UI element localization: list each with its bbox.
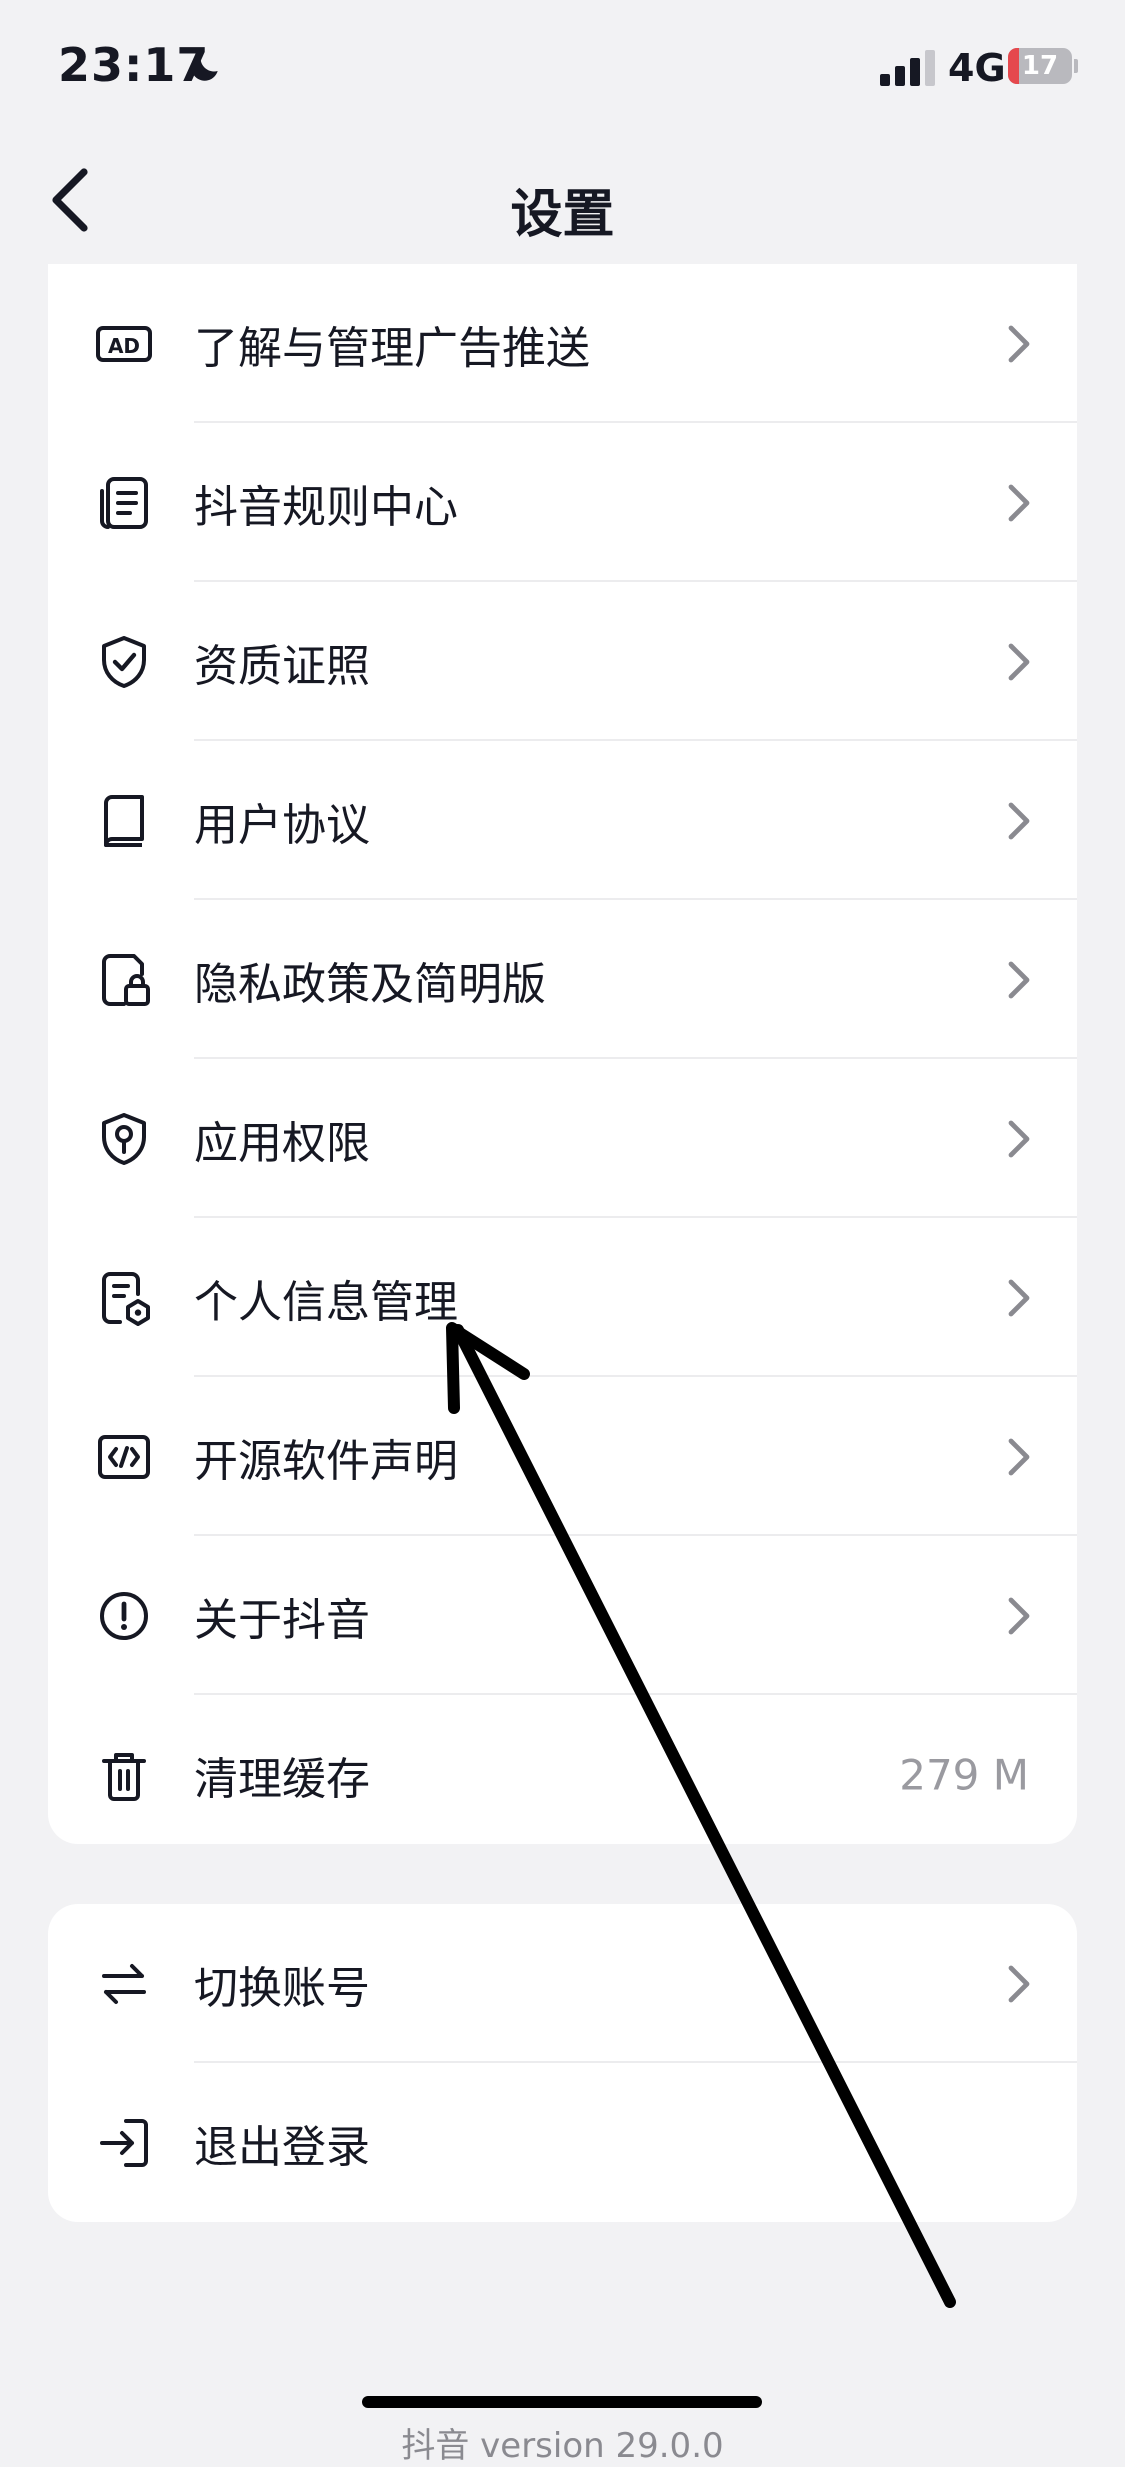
chevron-right-icon <box>1008 643 1030 680</box>
battery-cap <box>1074 59 1078 73</box>
settings-row-clear-cache[interactable]: 清理缓存 279 M <box>48 1695 1077 1844</box>
settings-row-label: 退出登录 <box>194 2121 370 2173</box>
chevron-right-icon <box>1008 802 1030 839</box>
settings-row-app-permissions[interactable]: 应用权限 <box>48 1059 1077 1218</box>
settings-row-user-agreement[interactable]: 用户协议 <box>48 741 1077 900</box>
settings-row-label: 用户协议 <box>194 799 370 851</box>
settings-row-about[interactable]: 关于抖音 <box>48 1536 1077 1695</box>
settings-card-account: 切换账号 退出登录 <box>48 1904 1077 2222</box>
settings-row-label: 个人信息管理 <box>194 1276 458 1328</box>
chevron-right-icon <box>1008 1438 1030 1475</box>
settings-row-label: 切换账号 <box>194 1962 370 2014</box>
settings-row-ad-management[interactable]: AD 了解与管理广告推送 <box>48 264 1077 423</box>
settings-row-personal-info[interactable]: 个人信息管理 <box>48 1218 1077 1377</box>
chevron-right-icon <box>1008 1965 1030 2002</box>
settings-row-privacy-policy[interactable]: 隐私政策及简明版 <box>48 900 1077 1059</box>
nav-header: 设置 <box>0 150 1125 250</box>
settings-row-label: 了解与管理广告推送 <box>194 322 590 374</box>
info-circle-icon <box>100 1591 148 1640</box>
chevron-right-icon <box>1008 961 1030 998</box>
network-type: 4G <box>948 46 1006 90</box>
cache-size: 279 M <box>899 1750 1029 1799</box>
signal-icon <box>880 50 935 86</box>
settings-row-open-source[interactable]: 开源软件声明 <box>48 1377 1077 1536</box>
battery-body: 17 <box>1008 48 1072 84</box>
home-indicator[interactable] <box>362 2396 762 2408</box>
settings-card-main: AD 了解与管理广告推送 抖音规则中心 资质证照 用户协议 隐私政策及简明版 应… <box>48 264 1077 1844</box>
chevron-right-icon <box>1008 1279 1030 1316</box>
status-bar: 23:17 4G 17 <box>0 0 1125 140</box>
shield-check-icon <box>102 635 146 688</box>
switch-arrows-icon <box>102 1963 146 2004</box>
settings-row-switch-account[interactable]: 切换账号 <box>48 1904 1077 2063</box>
settings-row-label: 隐私政策及简明版 <box>194 958 546 1010</box>
chevron-right-icon <box>1008 1597 1030 1634</box>
shield-key-icon <box>102 1112 146 1165</box>
settings-row-qualifications[interactable]: 资质证照 <box>48 582 1077 741</box>
chevron-right-icon <box>1008 484 1030 521</box>
ad-icon: AD <box>96 325 152 362</box>
settings-row-logout[interactable]: 退出登录 <box>48 2063 1077 2222</box>
settings-row-label: 开源软件声明 <box>194 1435 458 1487</box>
code-icon <box>98 1434 150 1479</box>
battery-level: 17 <box>1021 51 1059 81</box>
settings-row-label: 抖音规则中心 <box>194 481 458 533</box>
page-title: 设置 <box>510 185 615 245</box>
trash-icon <box>102 1752 146 1801</box>
moon-icon <box>191 54 218 81</box>
logout-icon <box>100 2118 148 2167</box>
book-icon <box>104 794 144 847</box>
chevron-right-icon <box>1008 1120 1030 1157</box>
chevron-right-icon <box>1008 325 1030 362</box>
battery-icon: 17 <box>1008 48 1078 86</box>
document-lock-icon <box>102 953 150 1006</box>
document-list-icon <box>100 476 148 529</box>
svg-text:AD: AD <box>108 334 140 358</box>
settings-row-label: 资质证照 <box>194 640 370 692</box>
settings-row-label: 关于抖音 <box>194 1594 370 1646</box>
settings-row-label: 应用权限 <box>194 1117 370 1169</box>
personal-info-icon <box>102 1271 150 1326</box>
version-footer: 抖音 version 29.0.0 <box>401 2426 724 2466</box>
settings-row-rules-center[interactable]: 抖音规则中心 <box>48 423 1077 582</box>
settings-row-label: 清理缓存 <box>194 1753 370 1805</box>
